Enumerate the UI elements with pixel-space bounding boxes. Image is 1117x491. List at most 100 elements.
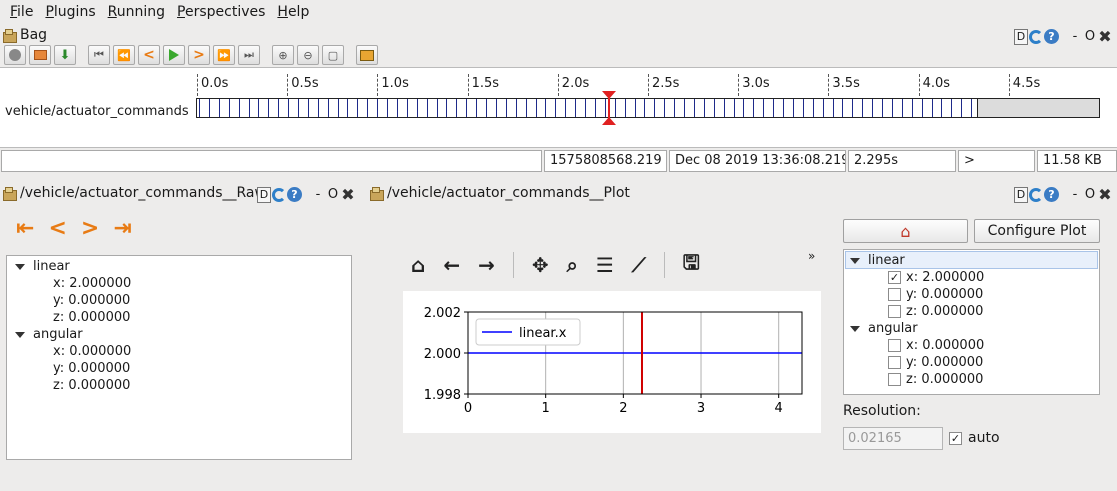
tree-leaf[interactable]: z: 0.000000 bbox=[53, 309, 130, 326]
message-tick bbox=[545, 99, 546, 117]
last-message-icon[interactable]: ⇥ bbox=[113, 216, 131, 241]
next-message-icon[interactable]: > bbox=[81, 216, 99, 241]
tree-leaf[interactable]: y: 0.000000 bbox=[888, 286, 983, 303]
zoom-icon[interactable]: ⌕ bbox=[567, 253, 578, 277]
float-icon[interactable]: O bbox=[1083, 29, 1097, 44]
dock-d-icon[interactable]: D bbox=[1014, 28, 1028, 45]
checkbox[interactable] bbox=[888, 288, 901, 301]
step-back-button[interactable]: < bbox=[138, 45, 160, 65]
status-size: 11.58 KB bbox=[1037, 150, 1117, 172]
expand-arrow-icon[interactable] bbox=[850, 257, 860, 264]
forward-arrow-icon[interactable]: → bbox=[478, 253, 495, 277]
zoom-out-button[interactable]: ⊖ bbox=[297, 45, 319, 65]
pan-icon[interactable]: ✥ bbox=[532, 253, 549, 277]
help-icon[interactable]: ? bbox=[1044, 187, 1059, 202]
tree-leaf[interactable]: ✓ x: 2.000000 bbox=[888, 269, 984, 286]
tree-node-angular[interactable]: angular bbox=[15, 326, 83, 343]
close-icon[interactable]: ✖ bbox=[1098, 185, 1112, 204]
checkbox[interactable] bbox=[888, 339, 901, 352]
tree-leaf[interactable]: y: 0.000000 bbox=[53, 360, 130, 377]
plot-topic-tree[interactable]: linear ✓ x: 2.000000 y: 0.000000 z: 0.000… bbox=[843, 249, 1100, 395]
topic-bar[interactable] bbox=[196, 98, 978, 118]
menu-perspectives[interactable]: Perspectives bbox=[171, 1, 271, 23]
end-button[interactable]: ⏭ bbox=[238, 45, 260, 65]
expand-arrow-icon[interactable] bbox=[850, 325, 860, 332]
tree-leaf[interactable]: z: 0.000000 bbox=[888, 371, 983, 388]
dock-d-icon[interactable]: D bbox=[257, 186, 271, 203]
checkbox[interactable]: ✓ bbox=[888, 271, 901, 284]
reload-icon[interactable] bbox=[272, 187, 286, 202]
dock-d-icon[interactable]: D bbox=[1014, 186, 1028, 203]
tree-leaf[interactable]: z: 0.000000 bbox=[53, 377, 130, 394]
close-icon[interactable]: ✖ bbox=[1098, 27, 1112, 46]
home-icon[interactable]: ⌂ bbox=[411, 253, 425, 277]
timeline-tick-label: 3.0s bbox=[742, 76, 770, 91]
timeline-tick-line bbox=[648, 74, 649, 96]
message-tick bbox=[536, 99, 537, 117]
configure-plot-button[interactable]: Configure Plot bbox=[974, 219, 1100, 243]
fast-forward-button[interactable]: ⏩ bbox=[213, 45, 235, 65]
tree-leaf[interactable]: y: 0.000000 bbox=[53, 292, 130, 309]
close-icon[interactable]: ✖ bbox=[341, 185, 355, 204]
minimize-icon[interactable]: - bbox=[1068, 187, 1082, 202]
step-forward-button[interactable]: > bbox=[188, 45, 210, 65]
tree-leaf[interactable]: x: 0.000000 bbox=[888, 337, 984, 354]
tree-node-linear[interactable]: linear bbox=[15, 258, 70, 275]
zoom-in-button[interactable]: ⊕ bbox=[272, 45, 294, 65]
expand-arrow-icon[interactable] bbox=[15, 263, 25, 270]
save-figure-icon[interactable]: 🖫 bbox=[683, 248, 700, 282]
bag-timeline[interactable]: 0.0s 0.5s 1.0s 1.5s 2.0s 2.5s 3.0s 3.5s 4.0s 4.5s… bbox=[0, 67, 1117, 148]
tree-leaf[interactable]: y: 0.000000 bbox=[888, 354, 983, 371]
plot-canvas[interactable]: 0 1 2 3 4 1.998 2.000 2.002 linear.x bbox=[403, 291, 821, 433]
plugin-icon bbox=[2, 28, 17, 43]
tree-node-linear[interactable]: linear bbox=[850, 252, 905, 269]
message-tick bbox=[446, 99, 447, 117]
toolbar-more[interactable]: » bbox=[808, 249, 815, 263]
minimize-icon[interactable]: - bbox=[311, 187, 325, 202]
checkbox[interactable] bbox=[888, 356, 901, 369]
first-message-icon[interactable]: ⇤ bbox=[16, 216, 34, 241]
resolution-input[interactable] bbox=[843, 427, 943, 450]
raw-dock-title: /vehicle/actuator_commands__Raw bbox=[2, 185, 266, 201]
minimize-icon[interactable]: - bbox=[1068, 29, 1082, 44]
checkbox[interactable] bbox=[888, 373, 901, 386]
tree-leaf[interactable]: x: 2.000000 bbox=[53, 275, 131, 292]
auto-checkbox[interactable]: ✓ bbox=[949, 432, 962, 445]
raw-tree[interactable]: linear x: 2.000000 y: 0.000000 z: 0.0000… bbox=[6, 255, 352, 460]
play-button[interactable] bbox=[163, 45, 185, 65]
float-icon[interactable]: O bbox=[1083, 187, 1097, 202]
save-bag-button[interactable]: ⬇ bbox=[54, 45, 76, 65]
playhead-top-marker bbox=[602, 91, 616, 99]
tree-leaf[interactable]: z: 0.000000 bbox=[888, 303, 983, 320]
open-bag-button[interactable] bbox=[29, 45, 51, 65]
export-button[interactable] bbox=[356, 45, 378, 65]
zoom-reset-button[interactable]: ▢ bbox=[322, 45, 344, 65]
menu-help[interactable]: Help bbox=[271, 1, 315, 23]
tree-leaf[interactable]: x: 0.000000 bbox=[53, 343, 131, 360]
help-icon[interactable]: ? bbox=[1044, 29, 1059, 44]
rewind-button[interactable]: ⏪ bbox=[113, 45, 135, 65]
play-icon bbox=[169, 49, 179, 61]
back-arrow-icon[interactable]: ← bbox=[443, 253, 460, 277]
menu-file[interactable]: File bbox=[4, 1, 39, 23]
tree-node-angular[interactable]: angular bbox=[850, 320, 918, 337]
message-tick bbox=[249, 99, 250, 117]
help-icon[interactable]: ? bbox=[287, 187, 302, 202]
expand-arrow-icon[interactable] bbox=[15, 331, 25, 338]
step-forward-icon: > bbox=[193, 47, 205, 63]
bag-title: Bag bbox=[20, 27, 48, 43]
begin-button[interactable]: ⏮ bbox=[88, 45, 110, 65]
subplots-icon[interactable]: ☰ bbox=[596, 253, 614, 277]
checkbox[interactable] bbox=[888, 305, 901, 318]
reload-icon[interactable] bbox=[1029, 187, 1043, 202]
previous-message-icon[interactable]: < bbox=[48, 216, 66, 241]
menu-running[interactable]: Running bbox=[102, 1, 171, 23]
plot-title: /vehicle/actuator_commands__Plot bbox=[387, 185, 630, 201]
reload-icon[interactable] bbox=[1029, 29, 1043, 44]
timeline-tick-label: 0.5s bbox=[291, 76, 319, 91]
axes-icon[interactable]: ⟋ bbox=[632, 253, 646, 277]
menu-plugins[interactable]: Plugins bbox=[39, 1, 101, 23]
record-button[interactable] bbox=[4, 45, 26, 65]
float-icon[interactable]: O bbox=[326, 187, 340, 202]
home-button[interactable]: ⌂ bbox=[843, 219, 968, 243]
